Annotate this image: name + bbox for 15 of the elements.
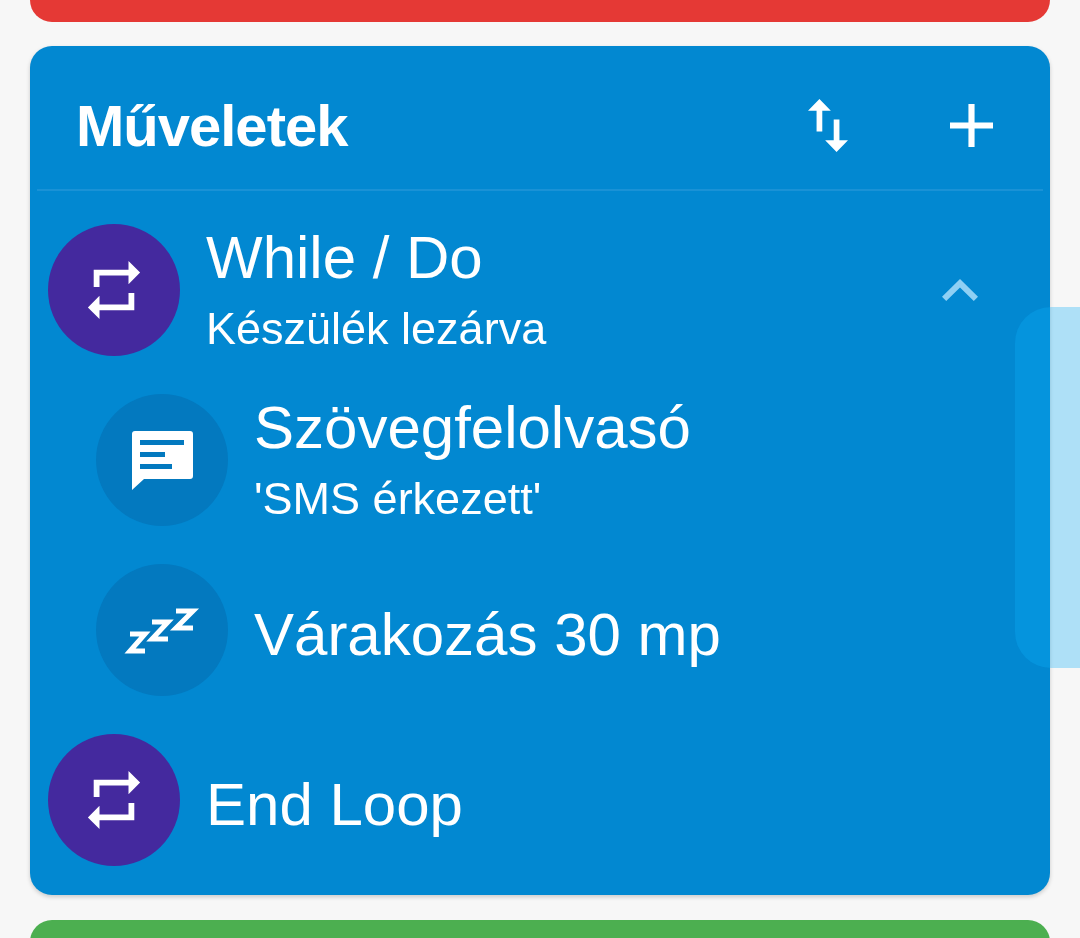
message-icon (96, 394, 228, 526)
chevron-up-icon[interactable] (942, 279, 978, 301)
action-title: While / Do (206, 222, 484, 293)
action-subtitle: Készülék lezárva (206, 301, 547, 356)
action-title: End Loop (206, 770, 463, 840)
plus-icon (949, 104, 993, 147)
edge-panel-handle[interactable] (1015, 307, 1080, 668)
repeat-icon (48, 224, 180, 356)
action-title: Várakozás 30 mp (254, 600, 721, 670)
repeat-icon (48, 734, 180, 866)
action-title: Szövegfelolvasó (254, 392, 691, 463)
sleep-icon (96, 564, 228, 696)
section-title: Műveletek (76, 91, 350, 160)
up-down-arrows-icon (808, 99, 848, 152)
action-subtitle: 'SMS érkezett' (254, 471, 543, 526)
